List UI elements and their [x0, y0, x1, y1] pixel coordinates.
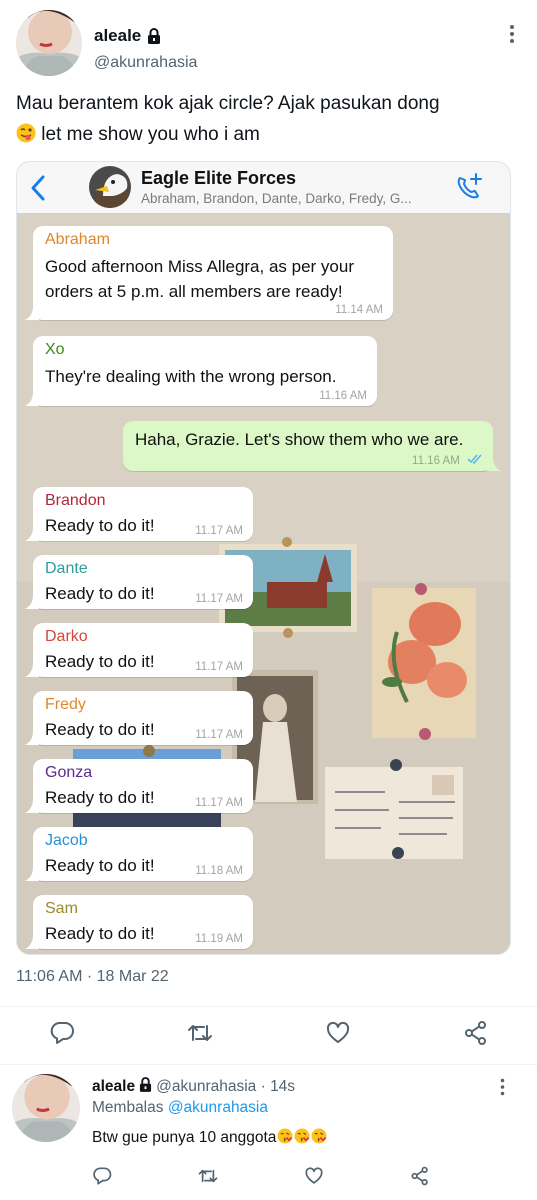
message-bubble[interactable]: Darko Ready to do it! 11.17 AM — [25, 623, 253, 677]
message-text: Ready to do it! — [45, 720, 155, 739]
message-text: Ready to do it! — [45, 516, 155, 535]
reply-display-name[interactable]: aleale — [92, 1078, 135, 1096]
message-bubble[interactable]: Sam Ready to do it! 11.19 AM — [25, 895, 253, 949]
message-bubble[interactable]: Xo They're dealing with the wrong person… — [25, 336, 377, 406]
tweet-timestamp[interactable]: 11:06 AM · 18 Mar 22 — [16, 968, 169, 986]
message-sender[interactable]: Sam — [45, 900, 78, 918]
message-time-row: 11.16 AM — [412, 454, 483, 467]
kissing-heart-emoji-icon — [277, 1128, 293, 1144]
message-sender[interactable]: Fredy — [45, 696, 86, 714]
message-sender[interactable]: Darko — [45, 628, 88, 646]
group-avatar-eagle-icon[interactable] — [89, 166, 131, 208]
share-icon[interactable] — [463, 1020, 489, 1046]
read-ticks-icon — [467, 454, 482, 464]
message-sender[interactable]: Dante — [45, 560, 88, 578]
message-bubble[interactable]: Dante Ready to do it! 11.17 AM — [25, 555, 253, 609]
message-time: 11.16 AM — [319, 390, 367, 402]
kissing-heart-emoji-icon — [311, 1128, 327, 1144]
message-text: Haha, Grazie. Let's show them who we are… — [135, 430, 464, 449]
more-options-icon[interactable] — [500, 1078, 505, 1096]
message-time: 11.17 AM — [195, 525, 243, 537]
message-time: 11.17 AM — [195, 729, 243, 741]
message-text: They're dealing with the wrong person. — [45, 367, 337, 386]
avatar[interactable] — [16, 10, 82, 76]
message-bubble[interactable]: Gonza Ready to do it! 11.17 AM — [25, 759, 253, 813]
retweet-icon[interactable] — [187, 1020, 213, 1046]
message-text: Ready to do it! — [45, 924, 155, 943]
reply-text-row: Btw gue punya 10 anggota — [92, 1128, 327, 1147]
attached-image[interactable]: Eagle Elite Forces Abraham, Brandon, Dan… — [16, 161, 511, 955]
message-sender[interactable]: Gonza — [45, 764, 92, 782]
tweet-header: aleale @akunrahasia — [16, 10, 521, 80]
reply-avatar[interactable] — [12, 1074, 80, 1142]
message-text: Ready to do it! — [45, 856, 155, 875]
divider — [0, 1006, 537, 1007]
add-call-icon[interactable] — [454, 172, 484, 202]
back-chevron-icon[interactable] — [29, 174, 47, 202]
kissing-heart-emoji-icon — [294, 1128, 310, 1144]
chat-header: Eagle Elite Forces Abraham, Brandon, Dan… — [17, 162, 510, 214]
more-options-icon[interactable] — [509, 24, 515, 44]
message-text: Good afternoon Miss Allegra, as per your — [45, 257, 354, 276]
message-time: 11.19 AM — [195, 933, 243, 945]
message-sender[interactable]: Abraham — [45, 231, 110, 249]
message-time: 11.18 AM — [195, 865, 243, 877]
like-icon[interactable] — [325, 1020, 351, 1046]
group-members: Abraham, Brandon, Dante, Darko, Fredy, G… — [141, 191, 412, 206]
message-text: Ready to do it! — [45, 584, 155, 603]
message-text: orders at 5 p.m. all members are ready! — [45, 282, 343, 301]
like-icon[interactable] — [304, 1166, 324, 1186]
message-bubble[interactable]: Abraham Good afternoon Miss Allegra, as … — [25, 226, 393, 320]
message-time: 11.17 AM — [195, 661, 243, 673]
divider — [0, 1064, 537, 1065]
message-time: 11.14 AM — [335, 304, 383, 316]
winking-tongue-emoji-icon — [16, 122, 36, 143]
handle[interactable]: @akunrahasia — [94, 54, 197, 72]
group-name[interactable]: Eagle Elite Forces — [141, 168, 296, 189]
message-bubble[interactable]: Jacob Ready to do it! 11.18 AM — [25, 827, 253, 881]
replying-to: Membalas @akunrahasia — [92, 1099, 268, 1117]
reply-handle-time[interactable]: @akunrahasia · 14s — [156, 1078, 295, 1096]
replying-to-link[interactable]: @akunrahasia — [168, 1099, 268, 1116]
message-time: 11.17 AM — [195, 593, 243, 605]
replying-label: Membalas — [92, 1099, 164, 1116]
message-time: 11.17 AM — [195, 797, 243, 809]
reply-icon[interactable] — [92, 1166, 112, 1186]
message-bubble[interactable]: Fredy Ready to do it! 11.17 AM — [25, 691, 253, 745]
reply-author-row: aleale @akunrahasia · 14s — [92, 1077, 295, 1097]
display-name[interactable]: aleale — [94, 26, 141, 46]
lock-icon — [147, 28, 161, 44]
share-icon[interactable] — [410, 1166, 430, 1186]
reply-icon[interactable] — [49, 1020, 75, 1046]
tweet-text-line2: let me show you who i am — [41, 124, 260, 145]
tweet-text-line1: Mau berantem kok ajak circle? Ajak pasuk… — [16, 93, 440, 114]
retweet-icon[interactable] — [198, 1166, 218, 1186]
tweet-text-line2-row: let me show you who i am — [16, 119, 516, 150]
message-text: Ready to do it! — [45, 788, 155, 807]
message-sender[interactable]: Brandon — [45, 492, 106, 510]
tweet-text: Mau berantem kok ajak circle? Ajak pasuk… — [16, 88, 516, 150]
lock-icon — [139, 1077, 152, 1097]
reply-text: Btw gue punya 10 anggota — [92, 1129, 277, 1146]
message-bubble[interactable]: Brandon Ready to do it! 11.17 AM — [25, 487, 253, 541]
message-sender[interactable]: Jacob — [45, 832, 88, 850]
author-name-row: aleale — [94, 26, 161, 46]
message-time: 11.16 AM — [412, 455, 460, 467]
message-sender[interactable]: Xo — [45, 341, 65, 359]
outgoing-message-bubble[interactable]: Haha, Grazie. Let's show them who we are… — [123, 421, 501, 471]
message-text: Ready to do it! — [45, 652, 155, 671]
